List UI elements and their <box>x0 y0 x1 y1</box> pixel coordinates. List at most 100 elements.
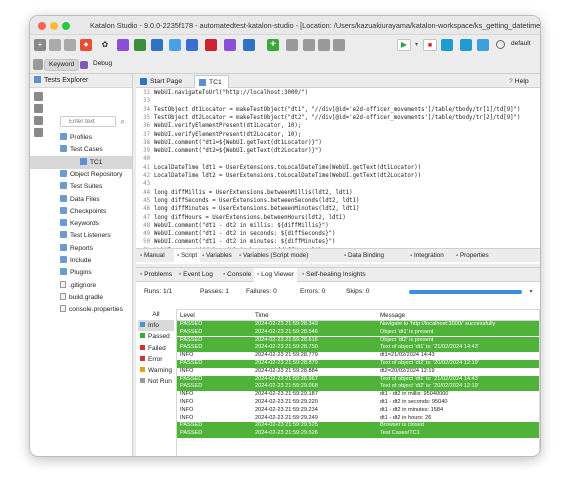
package-icon[interactable] <box>318 39 330 51</box>
windows-record-icon[interactable] <box>243 39 255 51</box>
close-window-button[interactable] <box>38 22 46 30</box>
filter-not-run[interactable]: Not Run <box>138 376 174 387</box>
link-editor-icon[interactable] <box>34 104 43 113</box>
filter-info[interactable]: Info <box>138 320 174 332</box>
log-row[interactable]: PASSED 2024-02-23 21:59:28.546 Object 'dt1… <box>177 328 539 337</box>
help-label: Help <box>514 78 529 85</box>
spy-mobile-icon[interactable] <box>169 39 181 51</box>
log-row[interactable]: PASSED 2024-02-23 21:59:28.879 Text of obj… <box>177 360 539 368</box>
log-row[interactable]: PASSED 2024-02-23 21:59:29.526 Test Cases/… <box>177 430 539 438</box>
git-icon[interactable]: ◆ <box>80 39 92 51</box>
folder-icon <box>60 169 67 177</box>
explorer-item[interactable]: Profiles <box>30 131 132 144</box>
log-row[interactable]: INFO 2024-02-23 21:59:29.234 dt1 - dt2 in … <box>177 407 539 415</box>
api-icon[interactable] <box>205 39 217 51</box>
explorer-item[interactable]: Data Files <box>30 193 132 206</box>
column-time[interactable]: Time <box>255 310 269 321</box>
save-all-icon[interactable] <box>64 39 76 51</box>
log-row[interactable]: INFO 2024-02-23 21:59:28.779 dt1=21/02/202… <box>177 352 539 360</box>
perspective-icon[interactable] <box>33 59 43 70</box>
filter-failed[interactable]: Failed <box>138 343 174 354</box>
log-row[interactable]: INFO 2024-02-23 21:59:29.220 dt1 - dt2 in … <box>177 399 539 407</box>
zoom-window-button[interactable] <box>62 22 70 30</box>
record-mobile-icon[interactable] <box>186 39 198 51</box>
explorer-item[interactable]: Object Repository <box>30 168 132 181</box>
column-level[interactable]: Level <box>180 310 195 321</box>
explorer-item[interactable]: .gitignore <box>30 279 132 292</box>
execution-profile-select[interactable]: default <box>507 39 535 51</box>
explorer-item[interactable]: TC1 <box>30 155 132 169</box>
filter-passed[interactable]: Passed <box>138 331 174 342</box>
minimize-window-button[interactable] <box>50 22 58 30</box>
stop-icon[interactable]: ■ <box>423 39 437 51</box>
code-text: WebUI.comment("dt1 - dt2 in millis: ${di… <box>154 222 329 229</box>
terminal-icon[interactable] <box>303 39 315 51</box>
subtab-data-binding[interactable]: ▪ Data Binding <box>344 249 384 262</box>
log-row[interactable]: PASSED 2024-02-23 21:59:28.616 Object 'dt2… <box>177 336 539 345</box>
log-level: PASSED <box>180 375 203 382</box>
tab-event-log[interactable]: ▪ Event Log <box>179 268 213 282</box>
subtab-manual[interactable]: ▪ Manual <box>140 249 165 262</box>
log-row[interactable]: PASSED 2024-02-23 21:59:28.750 Text of obj… <box>177 344 539 352</box>
search-icon[interactable]: ⌕ <box>118 117 127 126</box>
log-row[interactable]: PASSED 2024-02-23 21:59:28.349 Navigate to… <box>177 321 539 329</box>
tab-console[interactable]: ▪ Console <box>223 268 251 282</box>
filter-icon[interactable] <box>34 116 43 125</box>
log-row[interactable]: INFO 2024-02-23 21:59:29.249 dt1 - dt2 in … <box>177 415 539 423</box>
explorer-item[interactable]: Checkpoints <box>30 205 132 218</box>
tab-start-page[interactable]: Start Page <box>140 75 182 88</box>
expand-icon[interactable]: ▾ <box>527 288 535 296</box>
log-row[interactable]: INFO 2024-02-23 21:59:28.884 dt2=20/02/202… <box>177 368 539 376</box>
start-page-icon <box>140 78 147 85</box>
tab-log-viewer[interactable]: ▪ Log Viewer <box>254 268 298 282</box>
log-row[interactable]: PASSED 2024-02-23 21:59:29.068 Text of obj… <box>177 383 539 391</box>
script-editor[interactable]: 32 WebUI.navigateToUrl("http://localhost:… <box>136 89 540 254</box>
subtab-properties[interactable]: ▪ Properties <box>456 249 489 262</box>
subtab-variables-script-mode[interactable]: ▪ Variables (Script mode) <box>239 249 308 262</box>
spy-web-icon[interactable] <box>134 39 146 51</box>
add-icon[interactable]: + <box>267 39 279 51</box>
subtab-label: Data Binding <box>347 252 385 259</box>
explorer-filter-input[interactable] <box>60 116 116 127</box>
new-icon[interactable]: + <box>34 39 46 51</box>
subtab-integration[interactable]: ▪ Integration <box>410 249 444 262</box>
explorer-item[interactable]: Include <box>30 254 132 267</box>
studio-assist-icon[interactable] <box>117 39 129 51</box>
explorer-item[interactable]: Reports <box>30 242 132 255</box>
help-button[interactable]: ? Help <box>509 75 529 88</box>
debug-perspective-button[interactable]: Debug <box>89 59 116 71</box>
debug-run-icon[interactable] <box>441 39 453 51</box>
explorer-item[interactable]: Plugins <box>30 266 132 279</box>
subtab-script[interactable]: ▪ Script <box>174 249 201 262</box>
settings-icon[interactable] <box>286 39 298 51</box>
keyword-perspective-button[interactable]: Keyword <box>44 59 80 71</box>
run-dropdown-icon[interactable]: ▾ <box>413 39 420 51</box>
explorer-item[interactable]: console.properties <box>30 303 132 316</box>
save-icon[interactable] <box>49 39 61 51</box>
filter-all[interactable]: All <box>138 309 174 320</box>
filter-error[interactable]: Error <box>138 354 174 365</box>
column-message[interactable]: Message <box>380 310 405 321</box>
record-web-icon[interactable] <box>151 39 163 51</box>
windows-spy-icon[interactable] <box>224 39 236 51</box>
collapse-all-icon[interactable] <box>34 92 43 101</box>
explorer-item[interactable]: build.gradle <box>30 291 132 304</box>
tab-tc1[interactable]: TC1 <box>194 75 229 88</box>
step-icon[interactable] <box>477 39 489 51</box>
explorer-item[interactable]: Test Suites <box>30 180 132 193</box>
run-icon[interactable]: ▶ <box>397 39 411 51</box>
log-row[interactable]: PASSED 2024-02-23 21:59:29.525 Browser is … <box>177 422 539 430</box>
explorer-item[interactable]: Test Cases <box>30 143 132 156</box>
tab-self-healing-insights[interactable]: ▪ Self-healing Insights <box>302 268 366 282</box>
tab-problems[interactable]: ▪ Problems <box>140 268 172 282</box>
filter-warning[interactable]: Warning <box>138 365 174 376</box>
explorer-item[interactable]: Test Listeners <box>30 229 132 242</box>
folder-icon <box>60 268 67 276</box>
terminate-icon[interactable] <box>460 39 472 51</box>
explorer-item[interactable]: Keywords <box>30 217 132 230</box>
plugin-icon[interactable] <box>333 39 345 51</box>
subtab-variables[interactable]: ▪ Variables <box>202 249 232 262</box>
log-row[interactable]: PASSED 2024-02-23 21:59:28.967 Text of obj… <box>177 375 539 384</box>
openai-icon[interactable]: ✿ <box>99 39 111 51</box>
log-row[interactable]: INFO 2024-02-23 21:59:29.187 dt1 - dt2 in … <box>177 391 539 399</box>
